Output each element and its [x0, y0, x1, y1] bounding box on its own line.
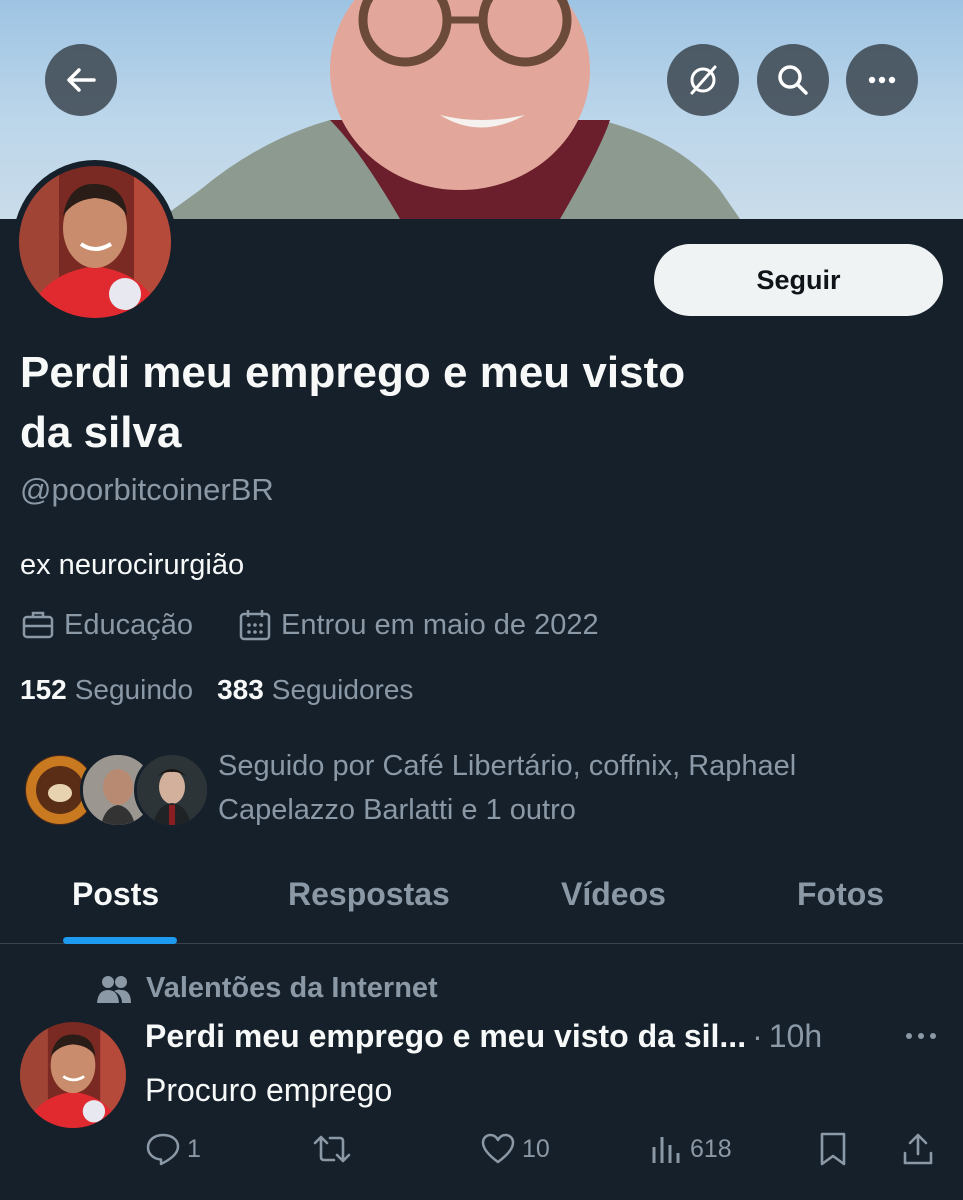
back-button[interactable] — [45, 44, 117, 116]
views-count: 618 — [690, 1134, 732, 1163]
briefcase-icon — [22, 611, 54, 639]
share-icon — [903, 1133, 933, 1165]
follow-button[interactable]: Seguir — [654, 244, 943, 316]
following-link[interactable]: 152 Seguindo — [20, 674, 193, 706]
follow-counts: 152 Seguindo 383 Seguidores — [20, 674, 437, 706]
followers-count: 383 — [217, 674, 264, 705]
profile-tabs: Posts Respostas Vídeos Fotos — [0, 860, 963, 944]
profile-handle: @poorbitcoinerBR — [20, 472, 274, 507]
community-icon — [97, 975, 131, 1003]
profile-bio: ex neurocirurgião — [20, 549, 245, 581]
post-community[interactable]: Valentões da Internet — [96, 972, 438, 1005]
avatar-photo — [19, 166, 171, 318]
post-text: Procuro emprego — [145, 1072, 393, 1108]
tab-replies[interactable]: Respostas — [288, 876, 450, 913]
share-button[interactable] — [900, 1131, 942, 1167]
follower-avatar — [134, 752, 210, 828]
calendar-icon — [239, 610, 271, 641]
followed-by-text[interactable]: Seguido por Café Libertário, coffnix, Ra… — [218, 744, 918, 832]
post-timestamp[interactable]: 10h — [769, 1018, 822, 1055]
grok-button[interactable] — [667, 44, 739, 116]
avatar-photo — [20, 1022, 126, 1128]
heart-icon — [481, 1133, 515, 1164]
profile-category: Educação — [20, 607, 193, 643]
like-count: 10 — [522, 1134, 550, 1163]
bookmark-button[interactable] — [815, 1131, 857, 1167]
post-author-avatar[interactable] — [20, 1022, 126, 1128]
post-separator: · — [752, 1018, 763, 1054]
tab-posts[interactable]: Posts — [72, 876, 159, 913]
more-horizontal-icon — [906, 1033, 936, 1039]
more-options-button[interactable] — [846, 44, 918, 116]
post-author-name[interactable]: Perdi meu emprego e meu visto da sil... — [145, 1018, 746, 1055]
bookmark-icon — [820, 1132, 846, 1166]
profile-avatar[interactable] — [13, 160, 177, 324]
followers-label: Seguidores — [271, 674, 414, 705]
post-more-button[interactable] — [904, 1026, 938, 1051]
reply-count: 1 — [187, 1134, 201, 1163]
active-tab-indicator — [63, 937, 177, 944]
back-arrow-icon — [67, 68, 96, 92]
reply-button[interactable]: 1 — [145, 1131, 201, 1167]
retweet-icon — [313, 1135, 351, 1163]
views-button[interactable]: 618 — [648, 1131, 732, 1167]
post-header: Perdi meu emprego e meu visto da sil... … — [145, 1018, 822, 1055]
tab-videos[interactable]: Vídeos — [561, 876, 666, 913]
followers-link[interactable]: 383 Seguidores — [217, 674, 413, 706]
following-count: 152 — [20, 674, 67, 705]
profile-joined: Entrou em maio de 2022 — [237, 607, 599, 643]
community-name: Valentões da Internet — [146, 972, 438, 1004]
like-button[interactable]: 10 — [480, 1131, 550, 1167]
search-button[interactable] — [757, 44, 829, 116]
display-name-line1: Perdi meu emprego e meu visto — [20, 348, 686, 397]
tab-photos[interactable]: Fotos — [797, 876, 884, 913]
search-icon — [778, 65, 808, 95]
display-name: Perdi meu emprego e meu visto da silva — [20, 343, 840, 463]
following-label: Seguindo — [74, 674, 194, 705]
display-name-line2: da silva — [20, 408, 182, 457]
more-icon — [868, 76, 896, 84]
joined-label: Entrou em maio de 2022 — [281, 608, 599, 641]
retweet-button[interactable] — [312, 1131, 358, 1167]
grok-icon — [690, 65, 717, 95]
views-icon — [652, 1137, 680, 1163]
category-label: Educação — [64, 608, 193, 641]
reply-icon — [146, 1133, 180, 1166]
